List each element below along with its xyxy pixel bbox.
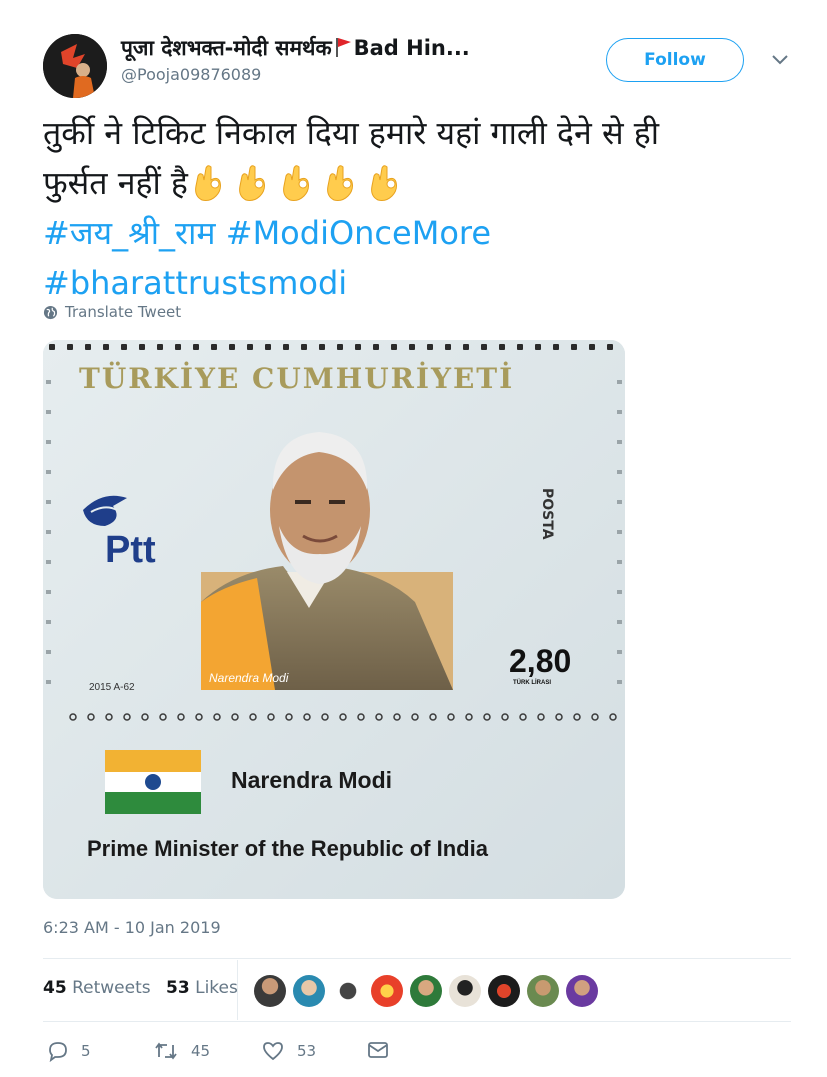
likers-list (254, 975, 605, 1007)
translate-tweet-link[interactable]: Translate Tweet (43, 303, 181, 321)
retweet-count: 45 (191, 1042, 211, 1060)
tweet-line-1: तुर्की ने टिकिट निकाल दिया हमारे यहां गा… (43, 114, 660, 152)
divider (43, 958, 791, 959)
stamp-country-text: TÜRKİYE CUMHURİYETİ (79, 361, 514, 395)
portrait-caption: Narendra Modi (209, 671, 289, 685)
ok-hand-icon (371, 165, 397, 201)
retweet-button[interactable]: 45 (153, 1040, 210, 1062)
ok-hand-icon (327, 165, 353, 201)
retweet-icon (155, 1042, 177, 1060)
display-name-suffix: Bad Hin... (353, 36, 470, 60)
likes-stat[interactable]: 53 Likes (166, 978, 238, 998)
liker-avatar[interactable] (371, 975, 403, 1007)
reply-icon (49, 1042, 67, 1062)
chevron-down-icon[interactable] (771, 53, 789, 67)
reply-button[interactable]: 5 (47, 1040, 91, 1062)
retweets-count: 45 (43, 978, 67, 998)
avatar[interactable] (43, 34, 107, 98)
display-name[interactable]: पूजा देशभक्त-मोदी समर्थक Bad Hin... (121, 34, 470, 62)
mail-icon (368, 1042, 388, 1058)
tweet-actions: 5 45 53 (43, 1040, 443, 1070)
tweet-timestamp[interactable]: 6:23 AM - 10 Jan 2019 (43, 918, 221, 937)
tweet-stats: 45 Retweets 53 Likes (43, 978, 238, 998)
ptt-logo-text: Ptt (105, 529, 156, 571)
stamp-code: 2015 A-62 (89, 682, 135, 693)
stamp-name: Narendra Modi (231, 767, 392, 793)
ok-hand-icon (283, 165, 309, 201)
like-button[interactable]: 53 (261, 1040, 316, 1062)
stamp-currency: TÜRK LİRASI (513, 679, 551, 686)
posta-text: POSTA (539, 488, 555, 540)
avatar-image (43, 34, 107, 98)
hashtag-link[interactable]: #bharattrustsmodi (43, 264, 347, 302)
ok-hand-icon (195, 165, 221, 201)
divider (237, 960, 238, 1020)
retweets-stat[interactable]: 45 Retweets (43, 978, 151, 998)
liker-avatar[interactable] (254, 975, 286, 1007)
tweet-line-4: #bharattrustsmodi (43, 258, 783, 308)
stamp-title: Prime Minister of the Republic of India (87, 836, 489, 861)
globe-icon (43, 305, 58, 319)
tweet-image[interactable]: TÜRKİYE CUMHURİYETİ Ptt Narendra Modi PO… (43, 340, 625, 899)
direct-message-button[interactable] (367, 1040, 401, 1060)
stamp-image: TÜRKİYE CUMHURİYETİ Ptt Narendra Modi PO… (43, 340, 625, 899)
liker-avatar[interactable] (293, 975, 325, 1007)
like-count: 53 (297, 1042, 317, 1060)
tweet-line-2-text: फुर्सत नहीं है (43, 164, 188, 202)
tweet-text: तुर्की ने टिकिट निकाल दिया हमारे यहां गा… (43, 108, 783, 308)
likes-count: 53 (166, 978, 190, 998)
flag-icon (335, 38, 351, 57)
follow-button[interactable]: Follow (606, 38, 744, 82)
liker-avatar[interactable] (527, 975, 559, 1007)
india-flag-icon (105, 750, 201, 814)
liker-avatar[interactable] (449, 975, 481, 1007)
liker-avatar[interactable] (488, 975, 520, 1007)
likes-label: Likes (195, 978, 238, 998)
translate-label: Translate Tweet (65, 303, 182, 321)
user-handle[interactable]: @Pooja09876089 (121, 65, 261, 84)
liker-avatar[interactable] (566, 975, 598, 1007)
retweets-label: Retweets (72, 978, 151, 998)
heart-icon (263, 1042, 283, 1061)
tweet-line-3: #जय_श्री_राम #ModiOnceMore (43, 208, 783, 258)
reply-count: 5 (81, 1042, 91, 1060)
hashtag-link[interactable]: #ModiOnceMore (226, 214, 491, 252)
display-name-prefix: पूजा देशभक्त-मोदी समर्थक (121, 36, 332, 60)
ok-hand-icon (239, 165, 265, 201)
hashtag-link[interactable]: #जय_श्री_राम (43, 214, 216, 252)
divider (43, 1021, 791, 1022)
stamp-value: 2,80 (509, 643, 571, 679)
liker-avatar[interactable] (332, 975, 364, 1007)
liker-avatar[interactable] (410, 975, 442, 1007)
tweet-line-2: फुर्सत नहीं है (43, 158, 783, 208)
